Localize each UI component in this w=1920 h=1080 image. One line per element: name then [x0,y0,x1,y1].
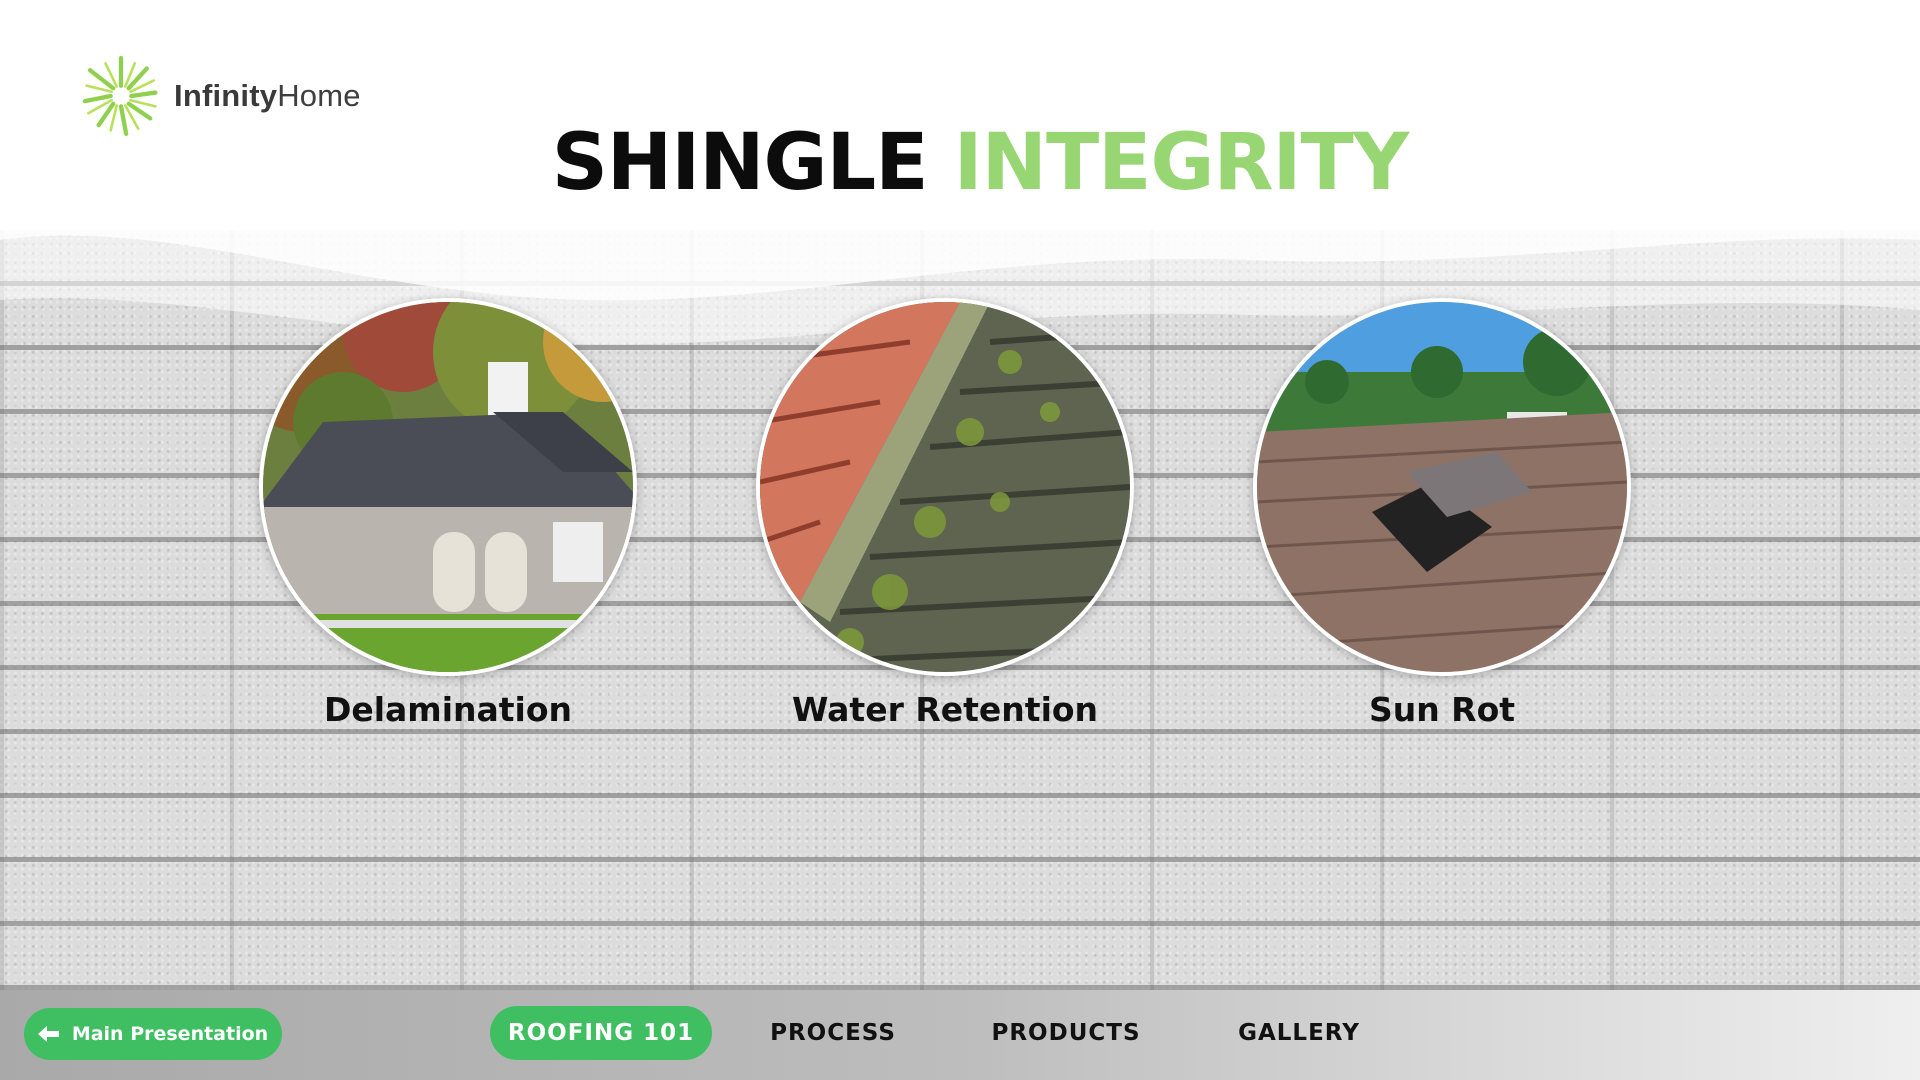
page-title: SHINGLE INTEGRITY [0,118,1920,208]
nav-item-gallery[interactable]: GALLERY [1208,1006,1390,1060]
card-label: Water Retention [791,690,1099,729]
card-water-retention[interactable]: Water Retention [756,298,1134,729]
brand-name: InfinityHome [174,78,361,113]
nav-item-products[interactable]: PRODUCTS [966,1006,1166,1060]
card-sun-rot[interactable]: Sun Rot [1253,298,1631,729]
main-presentation-label: Main Presentation [71,1023,269,1045]
nav-item-roofing-101[interactable]: ROOFING 101 [490,1006,712,1060]
damaged-shingle-photo [1253,298,1631,676]
title-word-1: SHINGLE [551,118,929,208]
card-label: Delamination [323,690,573,729]
nav-item-process[interactable]: PROCESS [742,1006,924,1060]
house-roof-photo [259,298,637,676]
moss-covered-roof-photo [756,298,1134,676]
card-label: Sun Rot [1368,690,1516,729]
bottom-nav-bar: Main Presentation ROOFING 101 PROCESS PR… [0,990,1920,1080]
title-word-2: INTEGRITY [953,118,1410,208]
card-delamination[interactable]: Delamination [259,298,637,729]
slide: InfinityHome SHINGLE INTEGRITY Delaminat… [0,0,1920,1080]
main-presentation-button[interactable]: Main Presentation [24,1008,282,1060]
arrow-left-icon [37,1026,59,1042]
